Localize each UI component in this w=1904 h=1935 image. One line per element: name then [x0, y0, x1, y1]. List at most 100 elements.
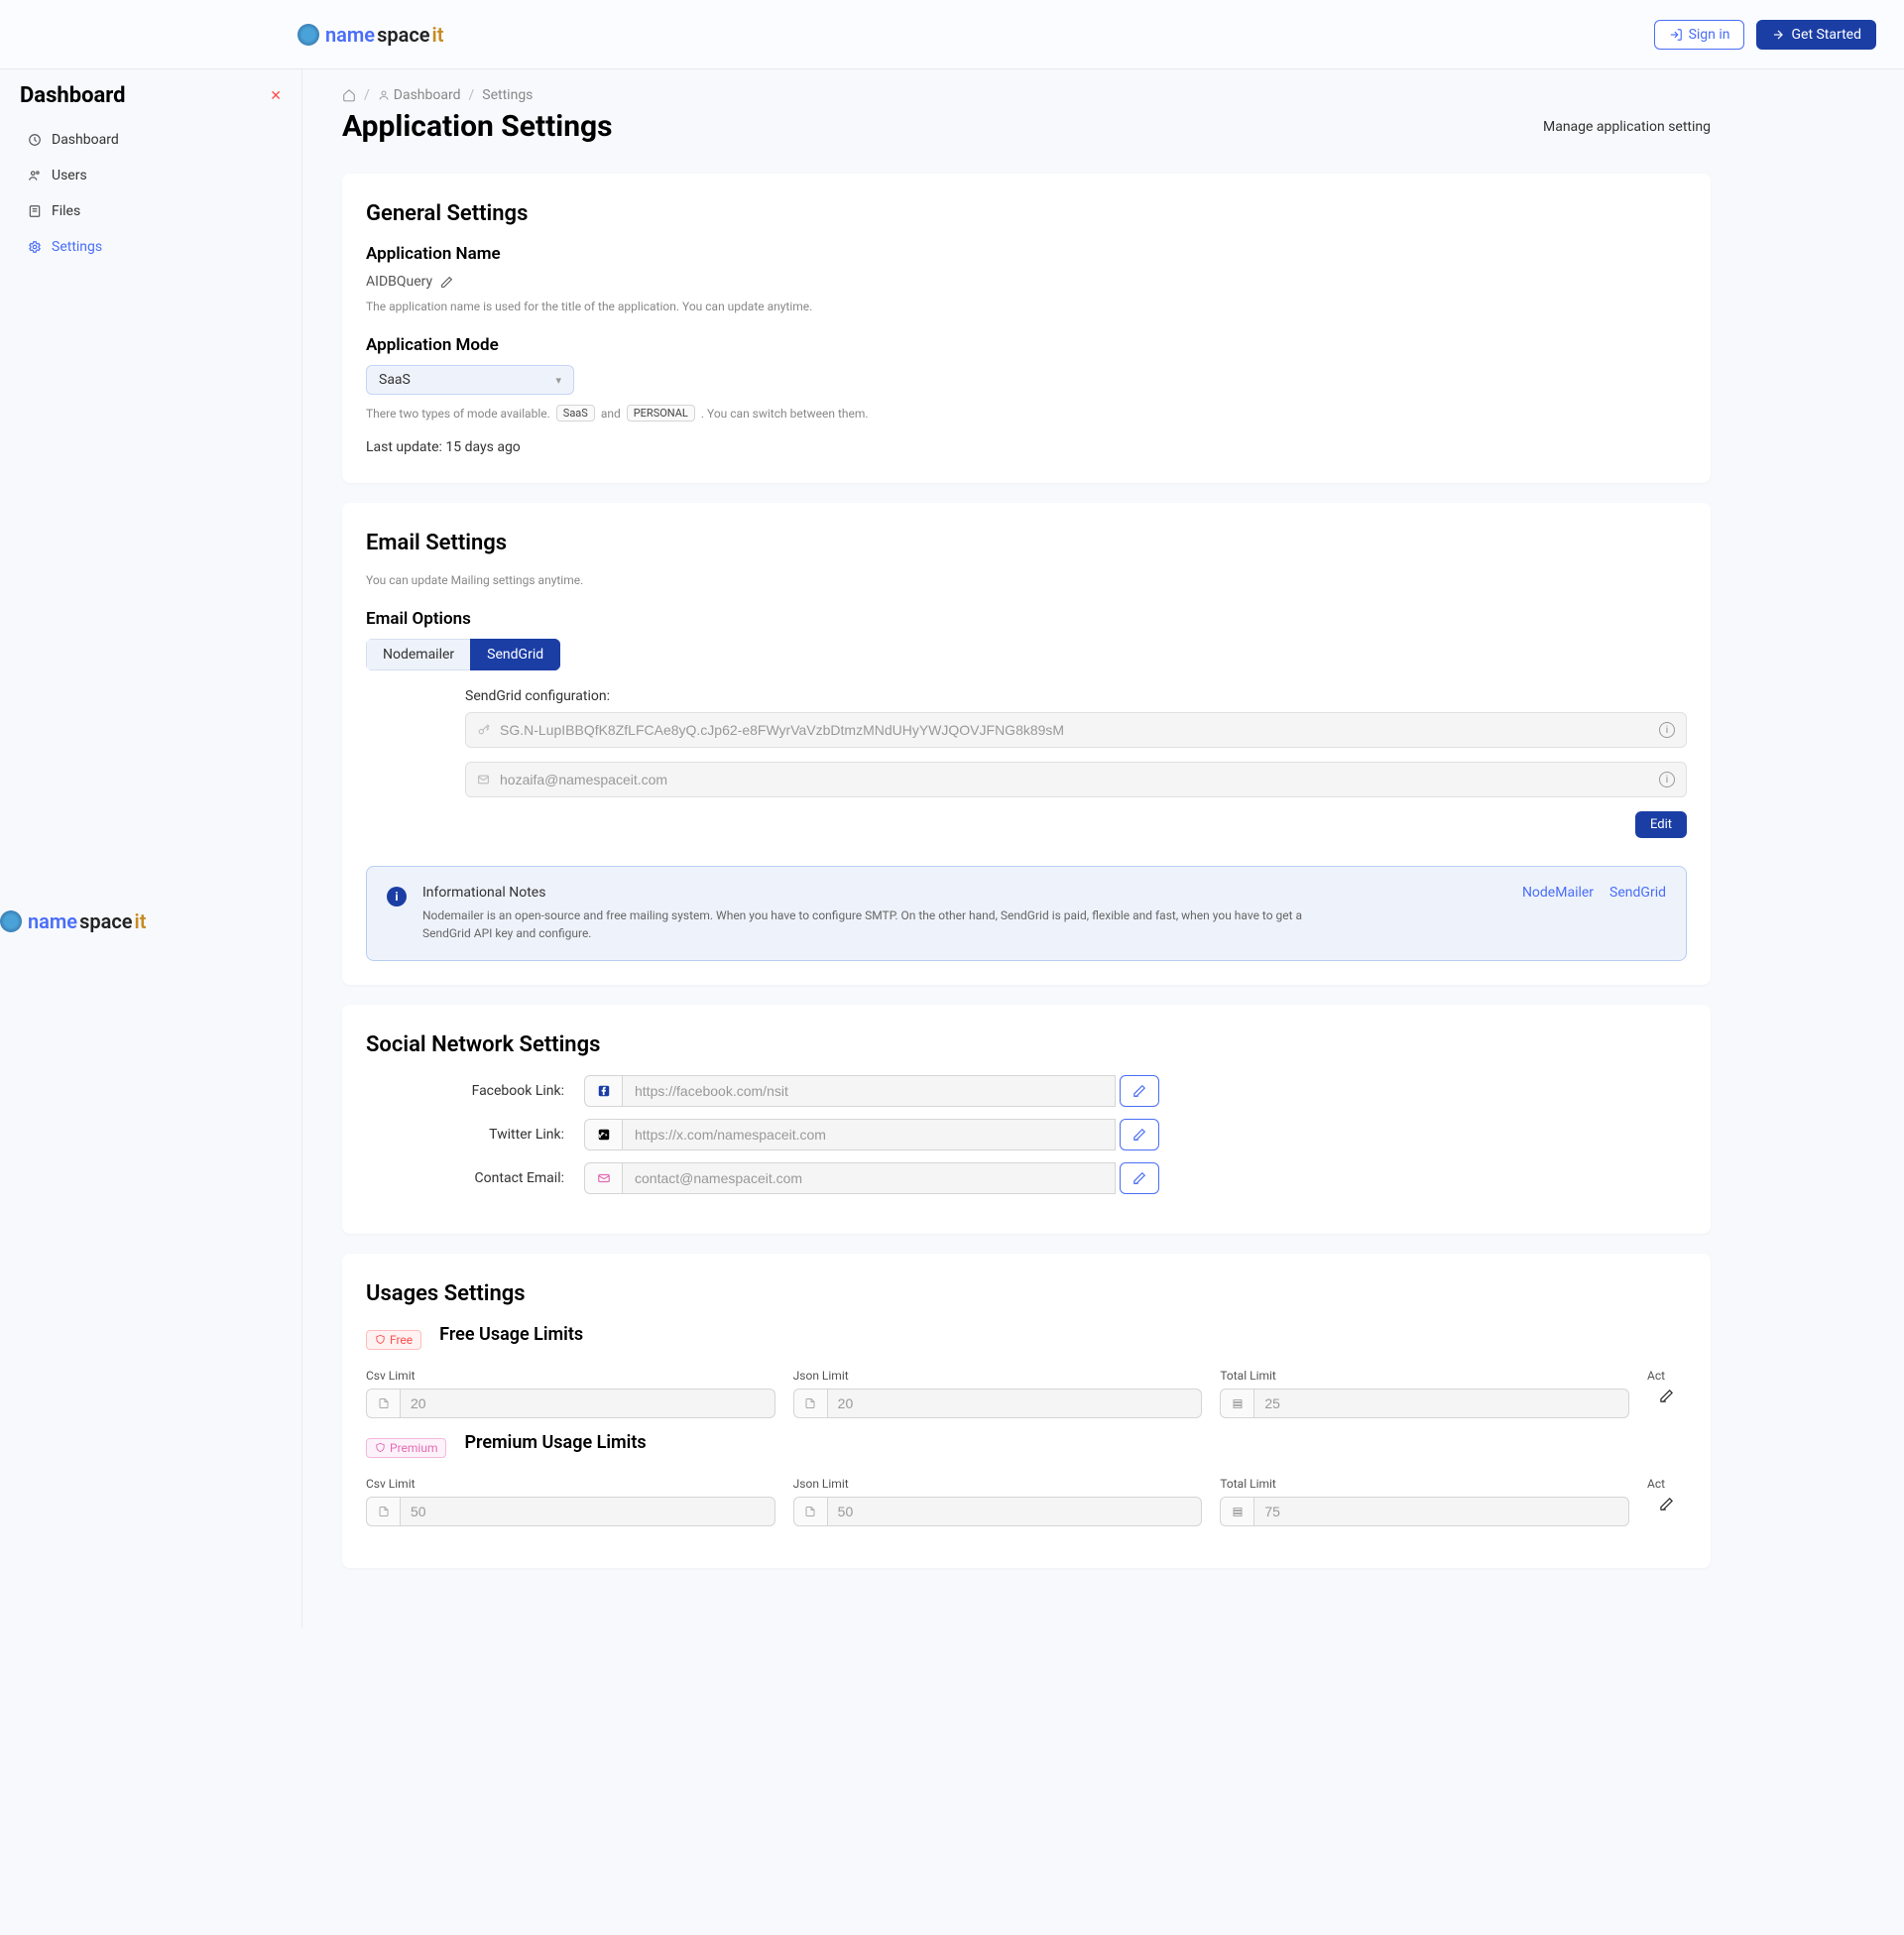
- csv-limit-label: Csv Limit: [366, 1369, 775, 1383]
- sidebar-item-label: Settings: [52, 239, 102, 255]
- last-update: Last update: 15 days ago: [366, 439, 1687, 455]
- app-name-value: AIDBQuery: [366, 274, 432, 290]
- twitter-label: Twitter Link:: [366, 1127, 584, 1143]
- prem-edit-button[interactable]: [1647, 1497, 1687, 1517]
- users-icon: [28, 169, 42, 182]
- mode-select[interactable]: SaaS ▾: [366, 365, 574, 395]
- free-json-input: [827, 1389, 1203, 1418]
- alert-link-nodemailer[interactable]: NodeMailer: [1522, 885, 1594, 901]
- alert-link-sendgrid[interactable]: SendGrid: [1609, 885, 1666, 901]
- key-icon: [477, 724, 490, 737]
- prem-total-input: [1253, 1497, 1629, 1526]
- edit-icon: [1132, 1128, 1146, 1142]
- email-option-sendgrid[interactable]: SendGrid: [470, 639, 560, 670]
- dashboard-icon: [28, 133, 42, 147]
- shield-icon: [375, 1442, 386, 1453]
- facebook-edit-button[interactable]: [1120, 1075, 1159, 1107]
- email-help: You can update Mailing settings anytime.: [366, 573, 1687, 587]
- logo-secondary[interactable]: namespace it: [0, 909, 301, 933]
- get-started-button[interactable]: Get Started: [1756, 20, 1876, 50]
- edit-icon: [1132, 1171, 1146, 1185]
- sidebar-item-users[interactable]: Users: [0, 158, 301, 193]
- files-icon: [28, 204, 42, 218]
- info-icon: i: [387, 887, 407, 907]
- total-limit-label: Total Limit: [1220, 1369, 1629, 1383]
- file-icon: [793, 1497, 827, 1526]
- free-edit-button[interactable]: [1647, 1389, 1687, 1409]
- sidebar-item-label: Dashboard: [52, 132, 119, 148]
- arrow-right-icon: [1771, 28, 1785, 42]
- app-name-label: Application Name: [366, 244, 1687, 264]
- mode-and: and: [601, 407, 621, 421]
- edit-icon: [1659, 1389, 1674, 1403]
- file-icon: [793, 1389, 827, 1418]
- logo-text-space: space: [377, 23, 429, 47]
- signin-button[interactable]: Sign in: [1654, 20, 1745, 50]
- mail-icon: [477, 774, 490, 786]
- mode-help-post: . You can switch between them.: [701, 407, 869, 421]
- alert-title: Informational Notes: [422, 885, 1506, 901]
- edit-icon: [1659, 1497, 1674, 1512]
- from-email-input: [465, 762, 1687, 797]
- file-icon: [366, 1389, 400, 1418]
- logo[interactable]: namespace it: [298, 23, 443, 47]
- general-heading: General Settings: [366, 201, 1687, 226]
- twitter-input: [622, 1119, 1116, 1150]
- sidebar-item-label: Users: [52, 168, 87, 183]
- sidebar-item-dashboard[interactable]: Dashboard: [0, 122, 301, 158]
- info-alert: i Informational Notes Nodemailer is an o…: [366, 866, 1687, 961]
- page-subtitle: Manage application setting: [1543, 119, 1711, 135]
- email-settings-card: Email Settings You can update Mailing se…: [342, 503, 1711, 985]
- free-tag-label: Free: [390, 1333, 413, 1347]
- file-icon: [366, 1497, 400, 1526]
- email-heading: Email Settings: [366, 531, 1687, 555]
- mode-tag-personal: PERSONAL: [627, 405, 695, 422]
- edit-icon[interactable]: [440, 276, 453, 289]
- premium-tag-label: Premium: [390, 1441, 437, 1455]
- breadcrumb-dashboard[interactable]: Dashboard: [378, 87, 461, 103]
- free-csv-input: [400, 1389, 775, 1418]
- sidebar: Dashboard ✕ Dashboard Users Files Settin…: [0, 69, 302, 1628]
- act-label: Act: [1647, 1477, 1687, 1491]
- sidebar-item-settings[interactable]: Settings: [0, 229, 301, 265]
- twitter-edit-button[interactable]: [1120, 1119, 1159, 1150]
- top-header: namespace it Sign in Get Started: [0, 0, 1904, 69]
- chevron-down-icon: ▾: [555, 374, 561, 387]
- app-name-help: The application name is used for the tit…: [366, 300, 1687, 313]
- facebook-icon: [584, 1075, 622, 1107]
- social-settings-card: Social Network Settings Facebook Link: T…: [342, 1005, 1711, 1234]
- logo-icon: [0, 910, 22, 932]
- stack-icon: [1220, 1389, 1253, 1418]
- edit-icon: [1132, 1084, 1146, 1098]
- email-option-nodemailer[interactable]: Nodemailer: [366, 639, 470, 670]
- premium-title: Premium Usage Limits: [464, 1432, 646, 1453]
- free-tag: Free: [366, 1330, 421, 1350]
- sidebar-item-label: Files: [52, 203, 80, 219]
- contact-email-edit-button[interactable]: [1120, 1162, 1159, 1194]
- mode-label: Application Mode: [366, 335, 1687, 355]
- twitter-icon: [584, 1119, 622, 1150]
- email-options-segment: Nodemailer SendGrid: [366, 639, 560, 670]
- shield-icon: [375, 1334, 386, 1345]
- facebook-label: Facebook Link:: [366, 1083, 584, 1099]
- close-icon[interactable]: ✕: [270, 88, 282, 104]
- info-icon[interactable]: i: [1659, 772, 1675, 787]
- contact-email-input: [622, 1162, 1116, 1194]
- free-title: Free Usage Limits: [439, 1324, 583, 1345]
- usages-heading: Usages Settings: [366, 1281, 1687, 1306]
- stack-icon: [1220, 1497, 1253, 1526]
- info-icon[interactable]: i: [1659, 722, 1675, 738]
- mode-help-pre: There two types of mode available.: [366, 407, 550, 421]
- gear-icon: [28, 240, 42, 254]
- total-limit-label: Total Limit: [1220, 1477, 1629, 1491]
- alert-desc: Nodemailer is an open-source and free ma…: [422, 907, 1315, 942]
- email-edit-button[interactable]: Edit: [1635, 811, 1687, 838]
- act-label: Act: [1647, 1369, 1687, 1383]
- breadcrumb-sep: /: [364, 87, 370, 103]
- api-key-input: [465, 712, 1687, 748]
- page-title: Application Settings: [342, 109, 613, 144]
- logo-text-it: it: [135, 909, 147, 933]
- breadcrumb-home[interactable]: [342, 88, 356, 102]
- sidebar-item-files[interactable]: Files: [0, 193, 301, 229]
- mode-tag-saas: SaaS: [556, 405, 595, 422]
